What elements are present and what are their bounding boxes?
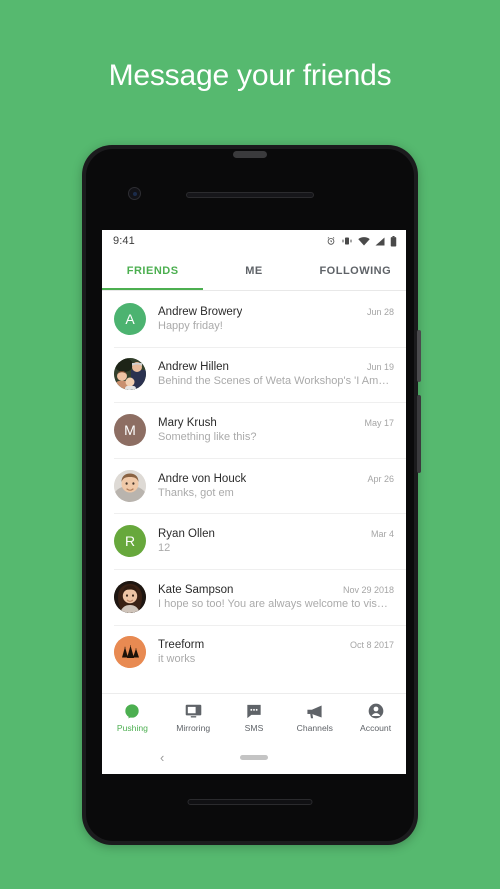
contact-name: Andrew Browery: [158, 305, 243, 318]
contact-name: Kate Sampson: [158, 583, 234, 596]
avatar: R: [114, 525, 146, 558]
contact-name: Andrew Hillen: [158, 361, 229, 374]
message-date: May 17: [364, 417, 394, 428]
vibrate-icon: [341, 236, 353, 246]
push-bubble-icon: [124, 703, 140, 720]
nav-item-mirroring[interactable]: Mirroring: [163, 703, 224, 733]
contact-name: Treeform: [158, 639, 205, 652]
message-preview: Thanks, got em: [158, 486, 234, 499]
poster-canvas: Message your friends 9:41 FRIENDS ME FOL…: [0, 0, 500, 889]
android-system-nav[interactable]: ‹: [102, 741, 406, 774]
message-date: Apr 26: [367, 473, 394, 484]
volume-button[interactable]: [417, 395, 421, 473]
message-preview: it works: [158, 653, 196, 666]
tab-following-label: FOLLOWING: [319, 265, 392, 277]
nav-item-sms[interactable]: SMS: [224, 703, 285, 733]
back-chevron-icon[interactable]: ‹: [160, 750, 164, 765]
list-item-text: Andrew Browery Jun 28 Happy friday!: [158, 306, 394, 332]
phone-screen: 9:41 FRIENDS ME FOLLOWING A Andrew Browe…: [102, 230, 406, 774]
nav-item-pushing[interactable]: Pushing: [102, 703, 163, 733]
nav-label-channels: Channels: [296, 722, 333, 733]
status-icon-group: [326, 235, 397, 247]
active-tab-indicator: [102, 288, 204, 290]
chat-bubble-icon: [246, 703, 262, 720]
nav-item-account[interactable]: Account: [345, 703, 406, 733]
list-item[interactable]: Treeform Oct 8 2017 it works: [102, 624, 406, 681]
conversation-list: A Andrew Browery Jun 28 Happy friday! An…: [102, 291, 406, 681]
message-preview: Behind the Scenes of Weta Workshop's 'I …: [158, 375, 390, 388]
avatar-initial: M: [124, 421, 136, 438]
page-title: Message your friends: [108, 59, 392, 92]
list-item[interactable]: Andre von Houck Apr 26 Thanks, got em: [102, 457, 406, 514]
list-item[interactable]: M Mary Krush May 17 Something like this?: [102, 402, 406, 458]
contact-name: Mary Krush: [158, 416, 217, 429]
alarm-icon: [326, 236, 336, 246]
avatar-initial: R: [124, 533, 136, 550]
signal-icon: [375, 237, 385, 246]
phone-bezel: 9:41 FRIENDS ME FOLLOWING A Andrew Browe…: [86, 149, 414, 841]
avatar-photo-group: [114, 358, 146, 391]
list-item[interactable]: Andrew Hillen Jun 19 Behind the Scenes o…: [102, 346, 406, 403]
message-date: Jun 28: [366, 306, 394, 317]
person-icon: [368, 703, 384, 720]
avatar-logo-trees: [114, 636, 146, 669]
message-preview: Something like this?: [158, 430, 257, 443]
tab-friends-label: FRIENDS: [126, 265, 179, 277]
nav-label-account: Account: [360, 722, 392, 733]
avatar-photo-woman: [114, 580, 146, 613]
nav-label-pushing: Pushing: [116, 722, 148, 733]
message-date: Jun 19: [366, 362, 394, 373]
nav-label-mirroring: Mirroring: [176, 722, 211, 733]
power-button[interactable]: [417, 330, 421, 382]
battery-icon: [390, 235, 397, 247]
contact-name: Ryan Ollen: [158, 528, 215, 541]
bottom-speaker-grille: [187, 799, 313, 805]
tab-bar[interactable]: FRIENDS ME FOLLOWING: [102, 252, 406, 290]
avatar: [114, 580, 146, 613]
earpiece-speaker: [186, 192, 314, 198]
message-preview: 12: [158, 542, 171, 555]
front-camera-icon: [128, 187, 141, 200]
tab-following[interactable]: FOLLOWING: [305, 252, 406, 290]
list-item-text: Andre von Houck Apr 26 Thanks, got em: [158, 473, 394, 499]
avatar: [114, 469, 146, 502]
list-item-text: Kate Sampson Nov 29 2018 I hope so too! …: [158, 584, 394, 610]
tab-me-label: ME: [245, 265, 263, 277]
avatar-initial: A: [125, 310, 135, 327]
tab-friends[interactable]: FRIENDS: [102, 252, 203, 290]
list-item[interactable]: A Andrew Browery Jun 28 Happy friday!: [102, 291, 406, 347]
nav-label-sms: SMS: [244, 722, 264, 733]
status-time: 9:41: [113, 235, 135, 247]
home-pill-icon[interactable]: [240, 755, 268, 760]
list-item-text: Andrew Hillen Jun 19 Behind the Scenes o…: [158, 361, 394, 387]
contact-name: Andre von Houck: [158, 472, 247, 485]
message-date: Oct 8 2017: [349, 640, 394, 651]
megaphone-icon: [306, 703, 323, 720]
list-item-text: Ryan Ollen Mar 4 12: [158, 528, 394, 554]
monitor-icon: [185, 703, 202, 720]
wifi-icon: [358, 236, 370, 246]
message-date: Nov 29 2018: [342, 584, 394, 595]
tab-me[interactable]: ME: [203, 252, 304, 290]
top-notch-pill: [233, 151, 267, 158]
list-item[interactable]: R Ryan Ollen Mar 4 12: [102, 513, 406, 569]
avatar-photo-man: [114, 469, 146, 502]
bottom-navigation-bar[interactable]: Pushing Mirroring SMS Channels Account: [102, 693, 406, 741]
avatar: [114, 358, 146, 391]
list-item[interactable]: Kate Sampson Nov 29 2018 I hope so too! …: [102, 568, 406, 625]
nav-item-channels[interactable]: Channels: [284, 703, 345, 733]
message-preview: Happy friday!: [158, 319, 223, 332]
avatar: [114, 636, 146, 669]
phone-device-frame: 9:41 FRIENDS ME FOLLOWING A Andrew Browe…: [82, 145, 421, 845]
message-preview: I hope so too! You are always welcome to…: [158, 597, 388, 610]
status-bar: 9:41: [102, 230, 406, 252]
list-item-text: Treeform Oct 8 2017 it works: [158, 639, 394, 665]
message-date: Mar 4: [370, 529, 394, 540]
avatar: M: [114, 413, 146, 446]
avatar: A: [114, 302, 146, 335]
list-item-text: Mary Krush May 17 Something like this?: [158, 417, 394, 443]
